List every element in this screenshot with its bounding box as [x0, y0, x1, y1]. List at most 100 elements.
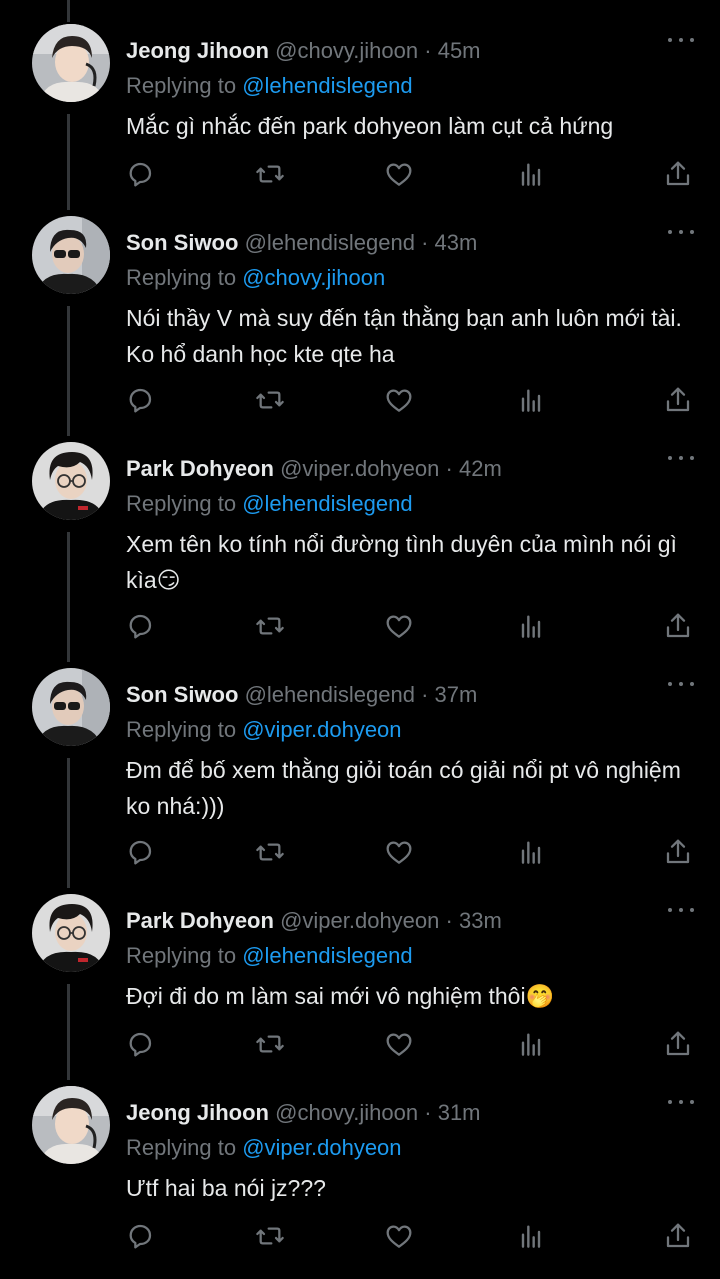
share-icon[interactable]: [662, 158, 694, 190]
lehends-avatar-image: [32, 216, 110, 294]
separator: ·: [445, 908, 453, 933]
replying-to: Replying to @lehendislegend: [126, 489, 413, 519]
user-handle[interactable]: @viper.dohyeon: [280, 908, 439, 933]
reply-icon[interactable]: [124, 610, 156, 642]
chovy-avatar-image: [32, 1086, 110, 1164]
avatar[interactable]: [32, 894, 110, 972]
timestamp[interactable]: 45m: [438, 38, 481, 63]
display-name[interactable]: Park Dohyeon: [126, 908, 274, 933]
timestamp[interactable]: 31m: [438, 1100, 481, 1125]
tweet-header: Jeong Jihoon @chovy.jihoon · 31m: [126, 1098, 700, 1128]
mention-link[interactable]: @chovy.jihoon: [242, 265, 385, 290]
tweet-text: Đm để bố xem thằng giỏi toán có giải nổi…: [126, 757, 681, 819]
reply-icon[interactable]: [124, 1220, 156, 1252]
more-icon[interactable]: [668, 1098, 694, 1106]
replying-to-label: Replying to: [126, 717, 237, 742]
share-icon[interactable]: [662, 1028, 694, 1060]
tweet-header: Jeong Jihoon @chovy.jihoon · 45m: [126, 36, 700, 66]
mention-link[interactable]: @lehendislegend: [242, 491, 412, 516]
retweet-icon[interactable]: [254, 1220, 286, 1252]
chovy-avatar-image: [32, 24, 110, 102]
tweet-header: Son Siwoo @lehendislegend · 43m: [126, 228, 700, 258]
user-handle[interactable]: @viper.dohyeon: [280, 456, 439, 481]
views-icon[interactable]: [515, 610, 547, 642]
tweet-text: Mắc gì nhắc đến park dohyeon làm cụt cả …: [126, 113, 614, 139]
more-icon[interactable]: [668, 454, 694, 462]
thread-line: [67, 984, 70, 1080]
like-icon[interactable]: [383, 1028, 415, 1060]
tweet-actions: [120, 610, 700, 642]
reply-icon[interactable]: [124, 1028, 156, 1060]
retweet-icon[interactable]: [254, 610, 286, 642]
tweet-header: Park Dohyeon @viper.dohyeon · 33m: [126, 906, 700, 936]
share-icon[interactable]: [662, 836, 694, 868]
thread-line: [67, 306, 70, 436]
mention-link[interactable]: @lehendislegend: [242, 73, 412, 98]
more-icon[interactable]: [668, 228, 694, 236]
avatar[interactable]: [32, 24, 110, 102]
more-icon[interactable]: [668, 680, 694, 688]
like-icon[interactable]: [383, 610, 415, 642]
timestamp[interactable]: 37m: [435, 682, 478, 707]
avatar[interactable]: [32, 1086, 110, 1164]
lehends-avatar-image: [32, 668, 110, 746]
avatar[interactable]: [32, 442, 110, 520]
reply-icon[interactable]: [124, 836, 156, 868]
more-icon[interactable]: [668, 906, 694, 914]
tweet-header: Son Siwoo @lehendislegend · 37m: [126, 680, 700, 710]
retweet-icon[interactable]: [254, 1028, 286, 1060]
viper-avatar-image: [32, 442, 110, 520]
tweet-header: Park Dohyeon @viper.dohyeon · 42m: [126, 454, 700, 484]
display-name[interactable]: Jeong Jihoon: [126, 1100, 269, 1125]
tweet-actions: [120, 158, 700, 190]
user-handle[interactable]: @chovy.jihoon: [275, 1100, 418, 1125]
reply-icon[interactable]: [124, 158, 156, 190]
retweet-icon[interactable]: [254, 836, 286, 868]
retweet-icon[interactable]: [254, 158, 286, 190]
avatar[interactable]: [32, 216, 110, 294]
replying-to: Replying to @lehendislegend: [126, 71, 413, 101]
like-icon[interactable]: [383, 384, 415, 416]
views-icon[interactable]: [515, 384, 547, 416]
share-icon[interactable]: [662, 384, 694, 416]
viper-avatar-image: [32, 894, 110, 972]
views-icon[interactable]: [515, 158, 547, 190]
replying-to: Replying to @viper.dohyeon: [126, 715, 402, 745]
timestamp[interactable]: 33m: [459, 908, 502, 933]
user-handle[interactable]: @lehendislegend: [245, 230, 415, 255]
tweet-actions: [120, 836, 700, 868]
mention-link[interactable]: @lehendislegend: [242, 943, 412, 968]
replying-to: Replying to @chovy.jihoon: [126, 263, 385, 293]
separator: ·: [424, 1100, 432, 1125]
separator: ·: [445, 456, 453, 481]
thread-line: [67, 114, 70, 210]
more-icon[interactable]: [668, 36, 694, 44]
views-icon[interactable]: [515, 1028, 547, 1060]
like-icon[interactable]: [383, 1220, 415, 1252]
display-name[interactable]: Park Dohyeon: [126, 456, 274, 481]
views-icon[interactable]: [515, 836, 547, 868]
thread-line: [67, 532, 70, 662]
timestamp[interactable]: 42m: [459, 456, 502, 481]
separator: ·: [421, 230, 429, 255]
mention-link[interactable]: @viper.dohyeon: [242, 1135, 401, 1160]
tweet-actions: [120, 1220, 700, 1252]
user-handle[interactable]: @lehendislegend: [245, 682, 415, 707]
display-name[interactable]: Son Siwoo: [126, 682, 238, 707]
replying-to-label: Replying to: [126, 943, 237, 968]
user-handle[interactable]: @chovy.jihoon: [275, 38, 418, 63]
like-icon[interactable]: [383, 836, 415, 868]
tweet-actions: [120, 384, 700, 416]
reply-icon[interactable]: [124, 384, 156, 416]
retweet-icon[interactable]: [254, 384, 286, 416]
display-name[interactable]: Jeong Jihoon: [126, 38, 269, 63]
replying-to-label: Replying to: [126, 491, 237, 516]
timestamp[interactable]: 43m: [435, 230, 478, 255]
display-name[interactable]: Son Siwoo: [126, 230, 238, 255]
avatar[interactable]: [32, 668, 110, 746]
mention-link[interactable]: @viper.dohyeon: [242, 717, 401, 742]
share-icon[interactable]: [662, 610, 694, 642]
views-icon[interactable]: [515, 1220, 547, 1252]
like-icon[interactable]: [383, 158, 415, 190]
share-icon[interactable]: [662, 1220, 694, 1252]
